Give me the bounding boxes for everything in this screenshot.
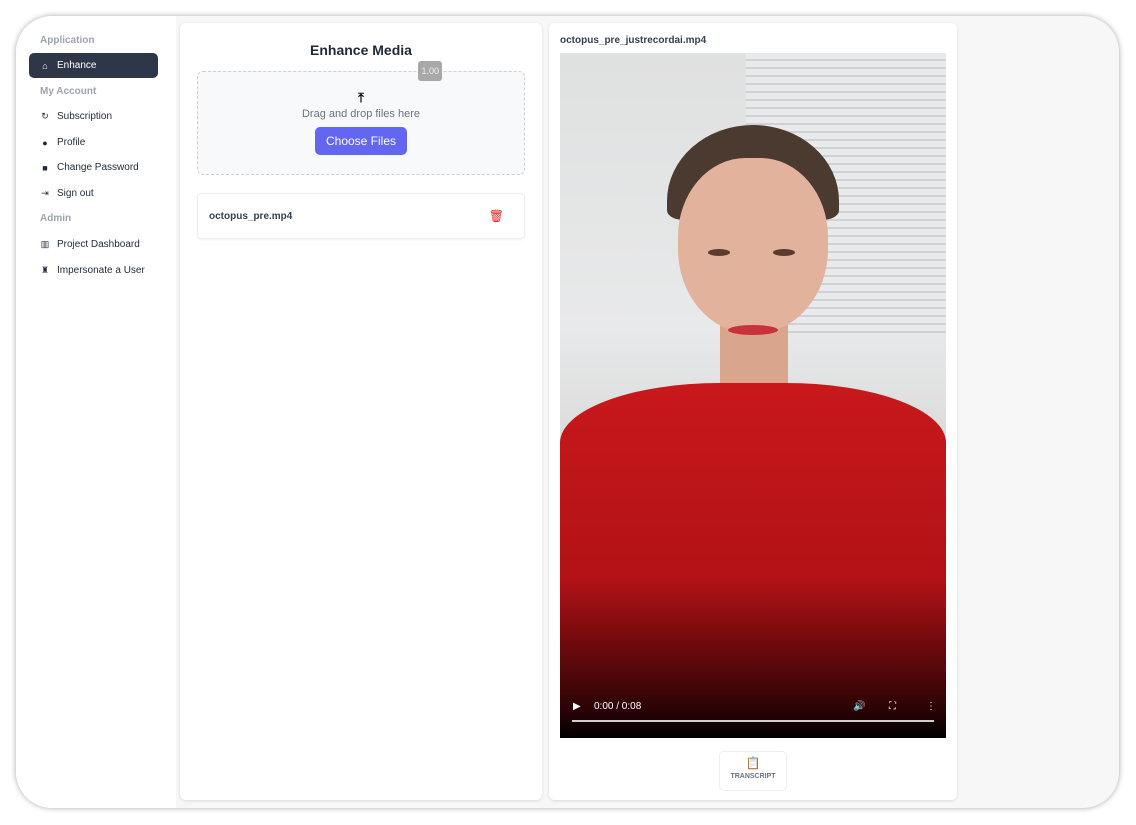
section-admin: Admin [40, 213, 72, 224]
sidebar-item-label: Sign out [57, 188, 94, 199]
sidebar-item-label: Change Password [57, 162, 139, 173]
choose-files-button[interactable]: Choose Files [314, 127, 408, 155]
video-progress-bar[interactable] [572, 720, 934, 722]
video-figure-face [678, 158, 828, 333]
sidebar-item-profile[interactable]: ● Profile [29, 130, 158, 155]
sidebar-item-label: Impersonate a User [57, 265, 145, 276]
clipboard-icon: 📋 [745, 756, 761, 770]
user-secret-icon: ♜ [40, 265, 50, 275]
refresh-icon: ↻ [41, 111, 49, 121]
video-player[interactable]: ▶ 0:00 / 0:08 🔊 ⛶ ⋮ [560, 53, 946, 738]
sidebar-item-enhance[interactable]: ⌂ Enhance [29, 53, 158, 78]
section-my-account: My Account [40, 86, 97, 97]
video-figure-eye [773, 249, 795, 256]
video-figure-eye [708, 249, 730, 256]
video-figure-lips [728, 325, 778, 335]
sidebar-item-impersonate[interactable]: ♜ Impersonate a User [29, 258, 158, 283]
sidebar-item-subscription[interactable]: ↻ Subscription [29, 104, 158, 129]
lock-open-icon: ■ [42, 162, 48, 173]
sidebar-item-label: Profile [57, 137, 86, 148]
video-controls: ▶ 0:00 / 0:08 🔊 ⛶ ⋮ [560, 693, 946, 738]
fullscreen-icon[interactable]: ⛶ [889, 701, 896, 712]
app-window: Application ⌂ Enhance My Account ↻ Subscri… [16, 16, 1119, 808]
file-item: octopus_pre.mp4 🗑 [197, 193, 525, 239]
section-application: Application [40, 35, 95, 46]
user-icon: ● [42, 137, 48, 148]
file-name: octopus_pre.mp4 [209, 210, 293, 222]
transcript-button[interactable]: 📋 TRANSCRIPT [719, 751, 787, 791]
sign-out-icon: ⇥ [41, 188, 49, 198]
drop-text: Drag and drop files here [301, 108, 420, 120]
trash-icon[interactable]: 🗑 [489, 209, 504, 223]
sidebar: Application ⌂ Enhance My Account ↻ Subscri… [16, 16, 176, 808]
version-badge: 1.00 [418, 61, 442, 81]
volume-icon[interactable]: 🔊 [853, 701, 865, 712]
video-filename: octopus_pre_justrecordai.mp4 [560, 35, 707, 46]
transcript-label: TRANSCRIPT [730, 773, 776, 780]
sidebar-item-label: Subscription [57, 111, 113, 122]
video-time: 0:00 / 0:08 [594, 701, 642, 712]
chart-icon: ▥ [40, 239, 50, 249]
sidebar-item-label: Project Dashboard [57, 239, 140, 250]
sidebar-item-project-dashboard[interactable]: ▥ Project Dashboard [29, 232, 158, 257]
preview-panel: octopus_pre_justrecordai.mp4 ▶ 0:00 / 0:… [549, 23, 957, 800]
home-icon: ⌂ [42, 60, 48, 71]
sidebar-item-label: Enhance [57, 60, 97, 71]
upload-icon: ⤒ [358, 90, 364, 105]
sidebar-item-sign-out[interactable]: ⇥ Sign out [29, 181, 158, 206]
video-figure-shirt [560, 383, 946, 738]
more-icon[interactable]: ⋮ [926, 701, 936, 712]
play-icon[interactable]: ▶ [573, 701, 581, 712]
file-drop-zone[interactable]: 1.00 ⤒ Drag and drop files here Choose F… [197, 61, 525, 175]
enhance-panel: Enhance Media 1.00 ⤒ Drag and drop files… [180, 23, 542, 800]
sidebar-item-change-password[interactable]: ■ Change Password [29, 155, 158, 180]
page-title: Enhance Media [310, 42, 412, 58]
